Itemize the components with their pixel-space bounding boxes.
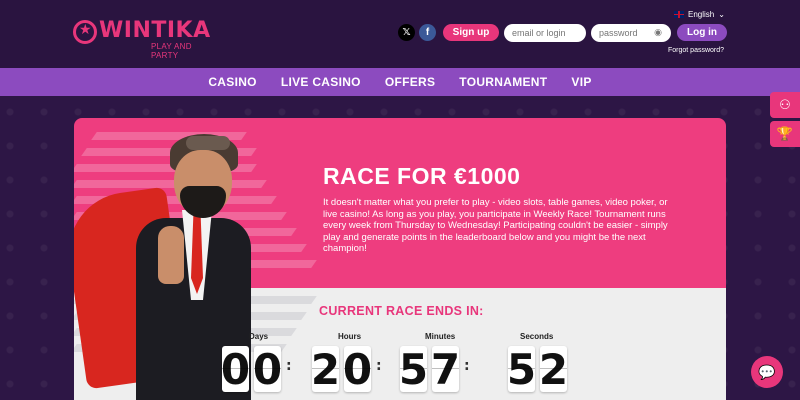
countdown-digit: 5 [398, 344, 429, 394]
facebook-icon[interactable]: f [419, 24, 436, 41]
chat-icon[interactable]: 💬 [751, 356, 783, 388]
side-trophy-icon[interactable]: 🏆 [770, 121, 800, 147]
countdown-digit: 0 [252, 344, 283, 394]
countdown-digit: 0 [342, 344, 373, 394]
countdown-colon: : [464, 358, 470, 374]
countdown-digit: 5 [506, 344, 537, 394]
email-field[interactable] [504, 24, 586, 42]
days-label: Days [249, 332, 269, 341]
nav-item-live-casino[interactable]: LIVE CASINO [281, 75, 361, 89]
nav-item-casino[interactable]: CASINO [208, 75, 256, 89]
countdown-digit: 2 [310, 344, 341, 394]
race-description: It doesn't matter what you prefer to pla… [323, 197, 668, 254]
site-logo[interactable]: WINTIKA PLAY AND PARTY [73, 18, 213, 60]
logo-star-icon [73, 20, 97, 44]
language-selector[interactable]: English ⌄ [674, 10, 725, 19]
countdown-colon: : [286, 358, 292, 374]
countdown-digit: 7 [430, 344, 461, 394]
countdown-digit: 0 [220, 344, 251, 394]
seconds-label: Seconds [520, 332, 554, 341]
chevron-down-icon: ⌄ [718, 10, 725, 19]
mascot-goggles [186, 136, 230, 150]
logo-tagline: PLAY AND PARTY [151, 42, 192, 60]
countdown-digit: 2 [538, 344, 569, 394]
nav-item-vip[interactable]: VIP [571, 75, 591, 89]
minutes-label: Minutes [425, 332, 456, 341]
uk-flag-icon [674, 11, 684, 18]
language-label: English [688, 10, 715, 19]
nav-item-offers[interactable]: OFFERS [385, 75, 435, 89]
race-title: RACE FOR €1000 [323, 163, 521, 189]
site-header: WINTIKA PLAY AND PARTY English ⌄ 𝕏 f Sig… [0, 0, 800, 68]
hours-label: Hours [338, 332, 362, 341]
countdown-title: CURRENT RACE ENDS IN: [319, 304, 484, 318]
logo-text: WINTIKA [99, 18, 211, 43]
x-social-icon[interactable]: 𝕏 [398, 24, 415, 41]
show-password-icon[interactable]: ◉ [648, 27, 668, 39]
signup-button[interactable]: Sign up [443, 24, 499, 41]
mascot-victory-hand [158, 226, 184, 284]
countdown-colon: : [376, 358, 382, 374]
stripe [74, 180, 267, 188]
forgot-password-link[interactable]: Forgot password? [668, 47, 724, 54]
main-nav: CASINO LIVE CASINO OFFERS TOURNAMENT VIP [0, 68, 800, 96]
login-button[interactable]: Log in [677, 24, 727, 41]
race-promo-banner: RACE FOR €1000 It doesn't matter what yo… [74, 118, 726, 400]
nav-item-tournament[interactable]: TOURNAMENT [459, 75, 547, 89]
side-network-icon[interactable]: ⚇ [770, 92, 800, 118]
